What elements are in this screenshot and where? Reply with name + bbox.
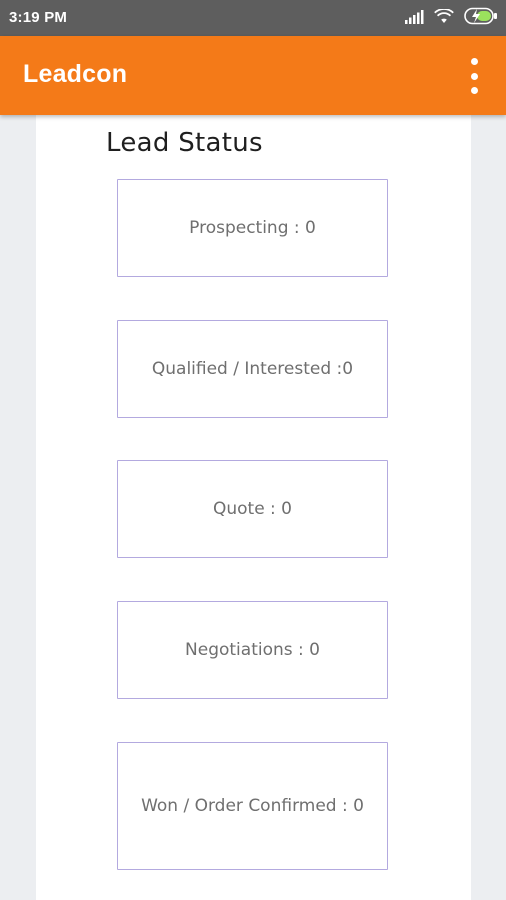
status-box-label: Quote : 0 [212,499,293,519]
menu-dot [470,58,478,65]
status-box-qualified-interested[interactable]: Qualified / Interested :0 [117,320,388,418]
menu-dot [470,72,478,80]
status-box-label: Prospecting : 0 [189,218,316,238]
lead-status-panel: Lead Status Prospecting : 0 Qualified / … [36,115,471,900]
menu-dot [470,87,478,94]
section-title: Lead Status [106,128,263,158]
status-time: 3:19 PM [9,9,68,26]
wifi-icon [434,7,454,28]
status-box-negotiations[interactable]: Negotiations : 0 [117,601,388,699]
status-box-label: Won / Order Confirmed : 0 [141,796,364,816]
system-status-bar: 3:19 PM [0,0,506,36]
signal-icon [404,9,424,28]
status-box-label: Negotiations : 0 [185,640,320,660]
battery-charging-icon [464,7,498,29]
status-box-won-order-confirmed[interactable]: Won / Order Confirmed : 0 [117,742,388,870]
more-vertical-icon[interactable] [468,58,480,94]
status-box-label: Qualified / Interested :0 [151,359,354,379]
app-bar: Leadcon [0,36,506,115]
app-title: Leadcon [23,60,128,88]
status-icons [404,7,498,29]
status-box-quote[interactable]: Quote : 0 [117,460,388,558]
status-box-prospecting[interactable]: Prospecting : 0 [117,179,388,277]
